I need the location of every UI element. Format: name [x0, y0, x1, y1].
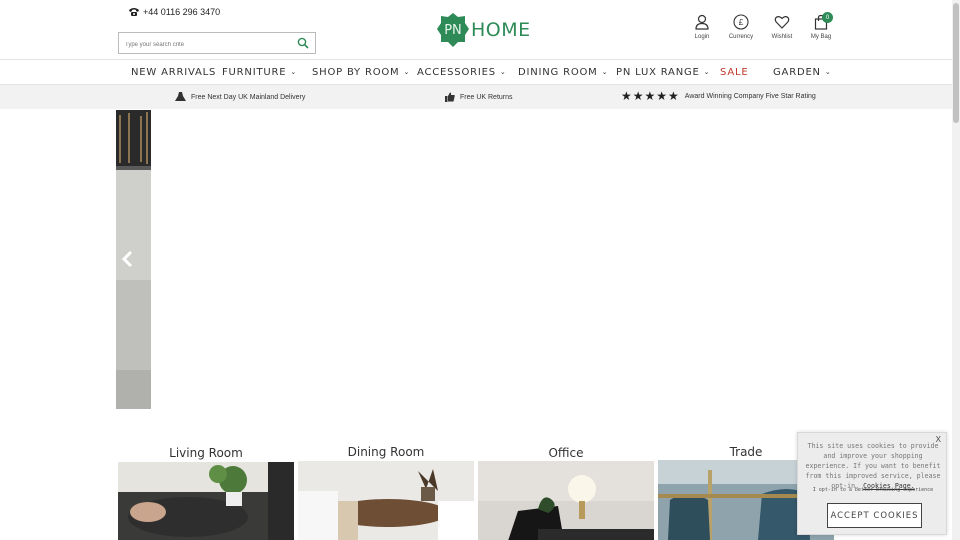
svg-text:£: £	[739, 18, 744, 27]
category-office[interactable]: Office	[478, 446, 654, 460]
search-box	[118, 32, 316, 55]
wishlist-link[interactable]: Wishlist	[762, 14, 802, 40]
login-label: Login	[694, 34, 710, 40]
chevron-down-icon: ⌄	[703, 68, 711, 76]
nav-accessories[interactable]: ACCESSORIES ⌄	[417, 67, 507, 78]
site-logo[interactable]: PN HOME	[436, 12, 531, 48]
nav-shop-by-room[interactable]: SHOP BY ROOM ⌄	[312, 67, 410, 78]
my-bag-label: My Bag	[810, 34, 832, 40]
cookie-opt-in-text[interactable]: I opt-in to a better browsing experience	[798, 487, 948, 493]
logo-mark: PN	[437, 13, 469, 47]
five-star-icon: ★★★★★	[621, 89, 680, 103]
scrollbar-thumb[interactable]	[953, 3, 959, 123]
svg-text:PN: PN	[444, 23, 462, 38]
page-scrollbar[interactable]	[952, 0, 960, 540]
category-living-room[interactable]: Living Room	[118, 446, 294, 460]
search-input[interactable]	[119, 35, 289, 55]
chevron-down-icon: ⌄	[601, 68, 609, 76]
delivery-icon	[175, 92, 186, 101]
nav-pn-lux-range[interactable]: PN LUX RANGE ⌄	[616, 67, 710, 78]
category-title: Office	[548, 446, 584, 460]
nav-garden[interactable]: GARDEN ⌄	[773, 67, 832, 78]
heart-icon	[774, 15, 790, 29]
user-icon	[695, 14, 709, 30]
chevron-down-icon: ⌄	[290, 68, 298, 76]
cookie-message: This site uses cookies to provide and im…	[805, 442, 941, 490]
phone-number: +44 0116 296 3470	[143, 7, 221, 17]
slider-prev-arrow[interactable]	[120, 250, 134, 268]
currency-label: Currency	[728, 34, 754, 40]
usp-returns: Free UK Returns	[445, 92, 513, 102]
category-title: Dining Room	[347, 445, 425, 459]
category-dining-room[interactable]: Dining Room	[298, 445, 474, 459]
chevron-down-icon: ⌄	[824, 68, 832, 76]
nav-new-arrivals[interactable]: NEW ARRIVALS	[131, 67, 216, 78]
usp-delivery: Free Next Day UK Mainland Delivery	[175, 92, 305, 102]
nav-sale[interactable]: SALE	[720, 67, 748, 78]
phone-contact[interactable]: +44 0116 296 3470	[128, 7, 220, 17]
category-dining-room-image[interactable]	[298, 461, 474, 540]
usp-bar: Free Next Day UK Mainland Delivery Free …	[0, 85, 952, 109]
usp-rating: ★★★★★ Award Winning Company Five Star Ra…	[621, 89, 816, 103]
page: +44 0116 296 3470 PN HOME Login £ Curren…	[0, 0, 960, 540]
wishlist-label: Wishlist	[771, 34, 793, 40]
search-icon[interactable]	[297, 37, 309, 49]
cookie-consent-dialog: X This site uses cookies to provide and …	[797, 432, 947, 535]
category-title: Living Room	[169, 446, 243, 460]
chevron-left-icon	[121, 250, 133, 268]
logo-text: HOME	[471, 19, 531, 41]
chevron-down-icon: ⌄	[499, 68, 507, 76]
main-navigation: NEW ARRIVALS FURNITURE ⌄ SHOP BY ROOM ⌄ AC…	[0, 59, 952, 85]
currency-selector[interactable]: £ Currency	[721, 14, 761, 40]
login-link[interactable]: Login	[682, 14, 722, 40]
category-office-image[interactable]	[478, 461, 654, 540]
nav-dining-room[interactable]: DINING ROOM ⌄	[518, 67, 608, 78]
my-bag-link[interactable]: 0 My Bag	[801, 12, 841, 40]
currency-icon: £	[733, 14, 749, 30]
chevron-down-icon: ⌄	[403, 68, 411, 76]
bag-count-badge: 0	[822, 12, 833, 23]
nav-furniture[interactable]: FURNITURE ⌄	[222, 67, 297, 78]
phone-icon	[129, 8, 139, 16]
category-living-room-image[interactable]	[118, 462, 294, 540]
thumbs-up-icon	[445, 92, 455, 102]
accept-cookies-button[interactable]: ACCEPT COOKIES	[827, 503, 922, 528]
